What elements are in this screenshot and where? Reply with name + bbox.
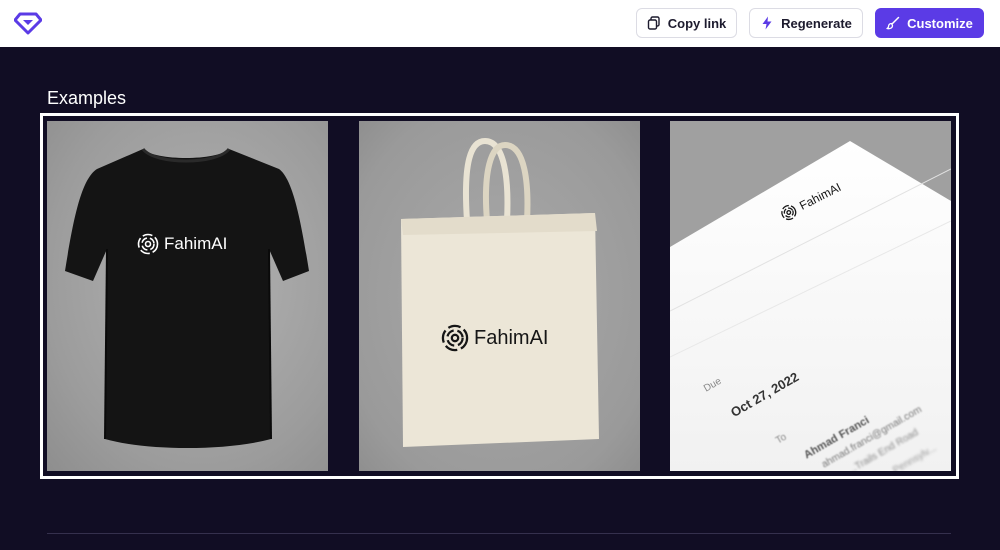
- tote-bag-mockup[interactable]: FahimAI: [359, 121, 640, 471]
- copy-link-label: Copy link: [667, 15, 727, 31]
- due-label: Due: [702, 375, 724, 395]
- tshirt-brand-logo: FahimAI: [137, 233, 227, 255]
- invoice-content: FahimAI Due Oct 27, 2022 To Ahmad Franci…: [670, 121, 951, 471]
- diamond-logo-icon[interactable]: [14, 11, 42, 35]
- due-date: Oct 27, 2022: [728, 369, 802, 420]
- customize-button[interactable]: Customize: [875, 8, 984, 38]
- tote-bag-image: [401, 137, 599, 447]
- regenerate-label: Regenerate: [781, 15, 852, 31]
- tshirt-mockup[interactable]: FahimAI: [47, 121, 328, 471]
- lightning-icon: [762, 16, 772, 30]
- doc-brand-name: FahimAI: [797, 180, 844, 213]
- fingerprint-icon: [137, 233, 159, 255]
- to-label: To: [774, 431, 789, 447]
- brush-icon: [886, 16, 900, 30]
- fingerprint-icon: [781, 204, 797, 221]
- customize-label: Customize: [907, 15, 973, 31]
- examples-heading: Examples: [47, 88, 127, 108]
- tshirt-brand-name: FahimAI: [164, 234, 228, 253]
- fingerprint-icon: [441, 324, 469, 352]
- doc-brand-logo: FahimAI: [778, 179, 844, 223]
- tshirt-image: [65, 147, 309, 448]
- copy-link-button[interactable]: Copy link: [636, 8, 737, 38]
- section-divider: [47, 533, 951, 534]
- top-bar: Copy link Regenerate Customize: [0, 0, 1000, 47]
- invoice-mockup[interactable]: FahimAI Due Oct 27, 2022 To Ahmad Franci…: [670, 121, 951, 471]
- copy-icon: [647, 16, 660, 30]
- examples-gallery: FahimAI FahimAI FahimAI Due Oct 27, 2022…: [40, 113, 959, 479]
- bag-brand-logo: FahimAI: [441, 324, 548, 352]
- regenerate-button[interactable]: Regenerate: [749, 8, 863, 38]
- bag-brand-name: FahimAI: [474, 326, 549, 349]
